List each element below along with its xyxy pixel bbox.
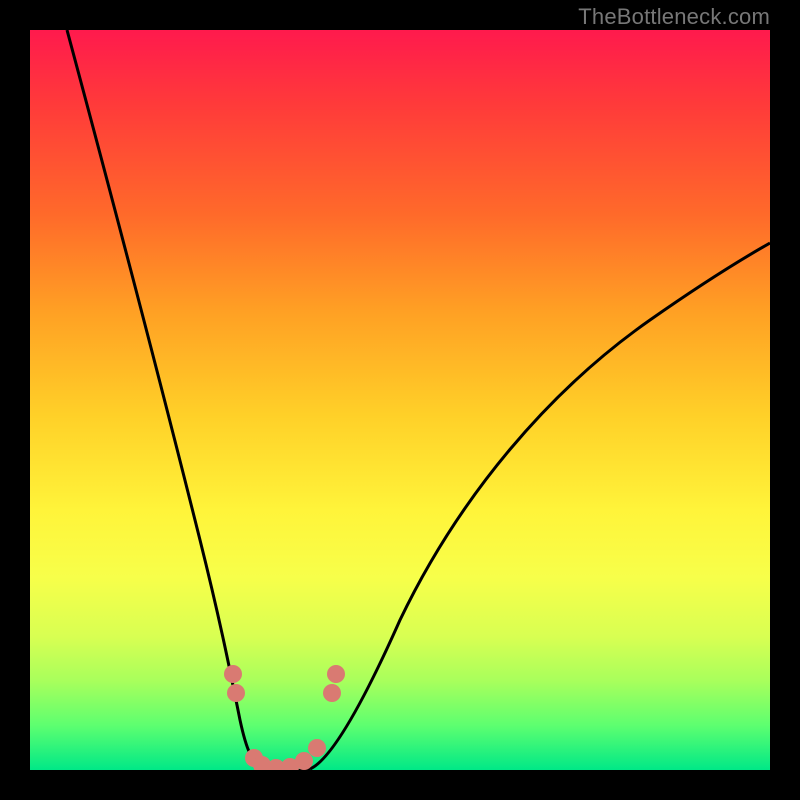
watermark-text: TheBottleneck.com (578, 4, 770, 30)
chart-frame: TheBottleneck.com (0, 0, 800, 800)
plot-background (30, 30, 770, 770)
